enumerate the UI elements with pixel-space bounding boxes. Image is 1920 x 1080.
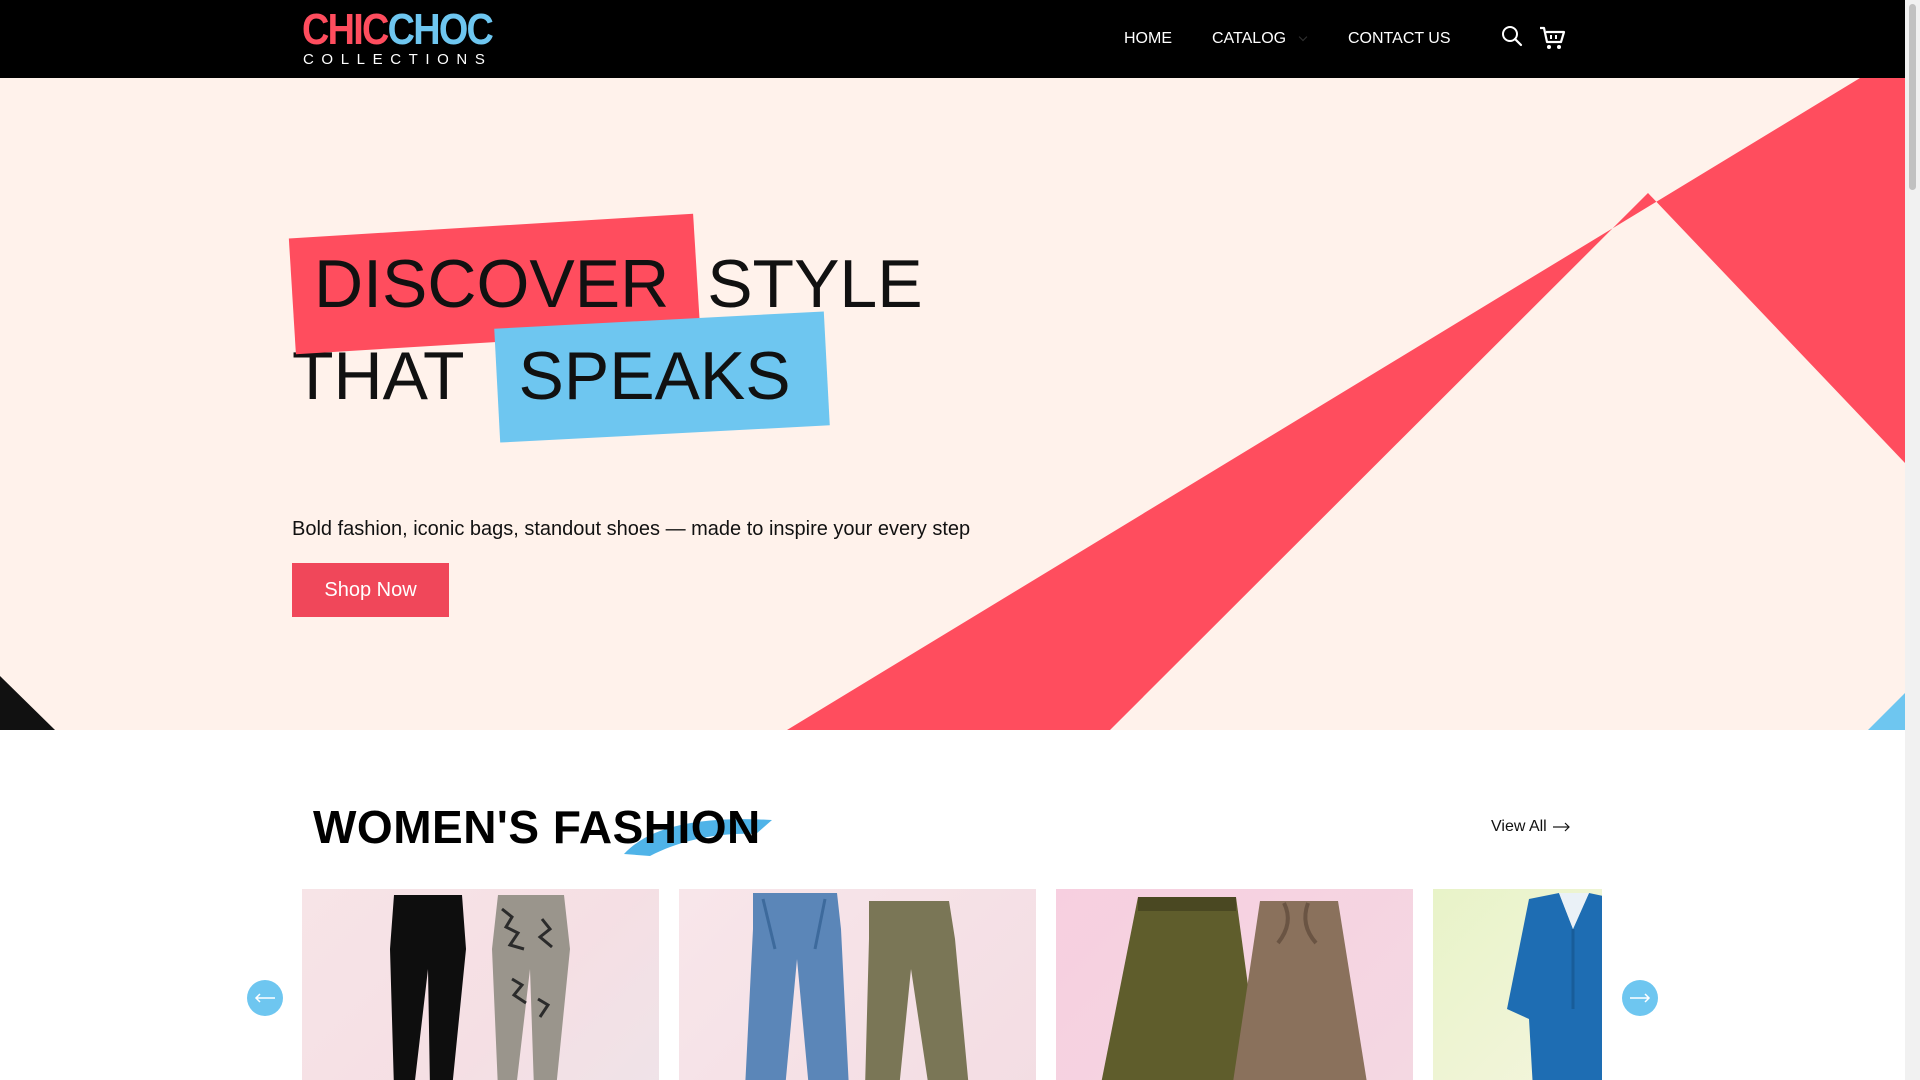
hero-word-style: STYLE [707, 246, 923, 322]
view-all-label: View All [1491, 818, 1547, 835]
product-card[interactable] [679, 889, 1036, 1080]
hero-banner: DISCOVER STYLE THAT SPEAKS Bold fashion, i… [0, 78, 1905, 730]
carousel-next-button[interactable] [1622, 980, 1658, 1016]
product-image-pants [745, 893, 969, 1080]
hero-decorative-stripes [0, 78, 1905, 730]
product-image-blue-suit [1507, 893, 1602, 1080]
cart-icon[interactable] [1538, 24, 1568, 54]
shop-now-button[interactable]: Shop Now [292, 563, 449, 617]
scrollbar-thumb[interactable] [1909, 4, 1916, 190]
arrow-right-icon [1552, 822, 1570, 832]
hero-subtitle: Bold fashion, iconic bags, standout shoe… [292, 518, 971, 540]
logo-subtitle: COLLECTIONS [303, 51, 493, 68]
product-image-skirts [1101, 897, 1367, 1080]
page-scrollbar[interactable] [1905, 0, 1920, 1080]
nav-contact-link[interactable]: CONTACT US [1348, 0, 1451, 78]
product-carousel [302, 889, 1602, 1080]
logo-wordmark: CHICCHOC [302, 5, 494, 54]
product-image-leggings [390, 895, 570, 1080]
hero-title: DISCOVER STYLE THAT SPEAKS [292, 238, 923, 422]
carousel-prev-button[interactable] [247, 980, 283, 1016]
view-all-link[interactable]: View All [1491, 818, 1571, 836]
section-title-womens-fashion: WOMEN'S FASHION [313, 801, 761, 853]
brand-logo[interactable]: CHICCHOC COLLECTIONS [302, 8, 494, 70]
nav-catalog-label: CATALOG [1212, 30, 1287, 47]
product-card[interactable] [1433, 889, 1602, 1080]
product-card[interactable] [1056, 889, 1413, 1080]
hero-highlight-speaks: SPEAKS [497, 330, 813, 422]
nav-home-link[interactable]: HOME [1124, 0, 1172, 78]
arrow-left-icon [254, 993, 275, 1003]
nav-catalog-link[interactable]: CATALOG [1212, 0, 1308, 78]
site-header: CHICCHOC COLLECTIONS HOME CATALOG CONTAC… [0, 0, 1905, 78]
hero-highlight-discover: DISCOVER [292, 238, 691, 330]
chevron-down-icon [1298, 32, 1308, 42]
arrow-right-icon [1630, 993, 1651, 1003]
product-card[interactable] [302, 889, 659, 1080]
search-icon[interactable] [1500, 24, 1530, 54]
